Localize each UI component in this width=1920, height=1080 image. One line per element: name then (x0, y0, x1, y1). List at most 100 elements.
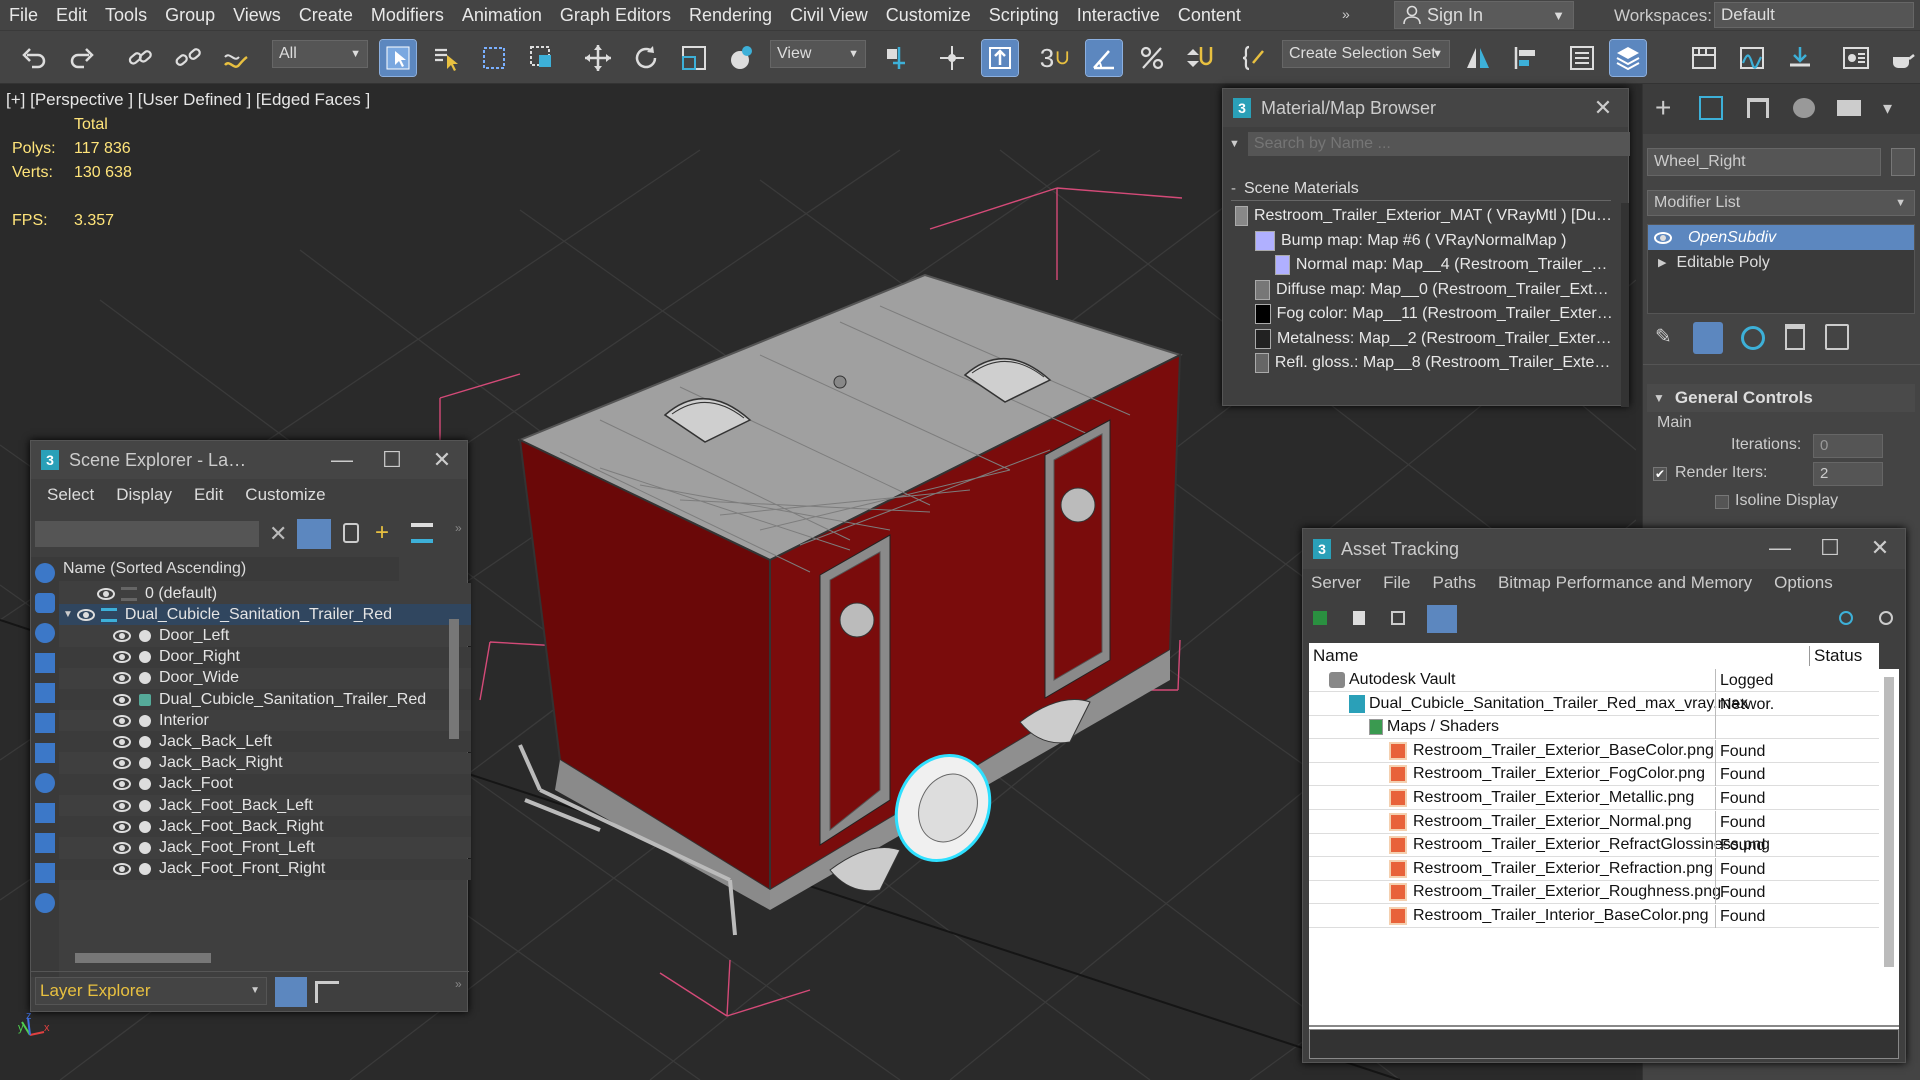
eye-icon[interactable] (1654, 231, 1672, 244)
toggle-ribbon-button[interactable] (1686, 40, 1722, 76)
object-row[interactable]: Jack_Foot_Back_Left (59, 795, 471, 816)
expand-arrow-icon[interactable]: ▶ (1658, 256, 1666, 269)
display-geometry-icon[interactable] (35, 563, 55, 583)
object-row[interactable]: Door_Wide (59, 667, 471, 689)
create-tab-icon[interactable]: + (1655, 94, 1671, 122)
material-tree-item[interactable]: Diffuse map: Map__0 (Restroom_Trailer_Ex… (1255, 277, 1615, 303)
named-selection-set-dropdown[interactable]: Create Selection Set ▼ (1282, 40, 1450, 68)
object-row[interactable]: Jack_Foot_Front_Right (59, 858, 471, 880)
general-controls-rollout[interactable]: ▼ General Controls (1647, 384, 1915, 412)
menu-customize[interactable]: Customize (245, 485, 325, 511)
modifier-stack-item-editable-poly[interactable]: ▶ Editable Poly (1648, 250, 1914, 275)
menu-server[interactable]: Server (1311, 573, 1361, 599)
menu-modifiers[interactable]: Modifiers (362, 0, 453, 30)
display-bones-icon[interactable] (35, 803, 55, 823)
spinner-snap-button[interactable] (1180, 40, 1216, 76)
move-button[interactable] (580, 40, 616, 76)
select-object-button[interactable] (379, 39, 417, 77)
asset-vertical-scrollbar[interactable] (1884, 677, 1894, 967)
name-column-header[interactable]: Name (Sorted Ascending) (59, 557, 399, 581)
eye-icon[interactable] (113, 799, 131, 812)
angle-snap-button[interactable] (1085, 39, 1123, 77)
lock-icon[interactable] (343, 523, 359, 543)
maximize-icon[interactable]: ☐ (367, 441, 417, 479)
trash-icon[interactable] (1785, 324, 1805, 350)
close-icon[interactable]: ✕ (1578, 89, 1628, 127)
layer-explorer-toggle-button[interactable] (1609, 39, 1647, 77)
rectangular-selection-button[interactable] (476, 40, 512, 76)
menu-create[interactable]: Create (290, 0, 362, 30)
menu-options[interactable]: Options (1774, 573, 1833, 599)
object-row[interactable]: Jack_Back_Right (59, 752, 471, 774)
display-helpers-icon[interactable] (35, 683, 55, 703)
layers-icon[interactable] (411, 523, 433, 543)
material-list-scrollbar[interactable] (1621, 203, 1629, 407)
list-view-icon[interactable] (1353, 611, 1365, 625)
show-end-result-button[interactable] (1693, 322, 1723, 354)
viewport-label-menu[interactable]: [+] [Perspective ] [User Defined ] [Edge… (6, 90, 370, 110)
menu-group[interactable]: Group (156, 0, 224, 30)
minimize-icon[interactable]: — (1755, 529, 1805, 567)
scene-materials-header[interactable]: - Scene Materials (1231, 177, 1611, 201)
eye-icon[interactable] (113, 629, 131, 642)
clear-search-icon[interactable]: ✕ (269, 521, 287, 547)
menu-tools[interactable]: Tools (96, 0, 156, 30)
keyboard-shortcut-override-button[interactable] (981, 39, 1019, 77)
scene-tree-horizontal-scrollbar[interactable] (75, 953, 211, 963)
eye-icon[interactable] (113, 820, 131, 833)
menu-bitmap-performance[interactable]: Bitmap Performance and Memory (1498, 573, 1752, 599)
pivot-center-button[interactable] (878, 40, 914, 76)
asset-row[interactable]: Restroom_Trailer_Exterior_RefractGlossin… (1309, 834, 1879, 858)
align-button[interactable] (1508, 40, 1544, 76)
render-setup-button[interactable] (1884, 40, 1920, 76)
object-row[interactable]: Interior (59, 710, 471, 732)
asset-row[interactable]: Restroom_Trailer_Exterior_BaseColor.png F… (1309, 739, 1879, 763)
modifier-list-dropdown[interactable]: Modifier List ▼ (1647, 190, 1915, 216)
selection-filter-dropdown[interactable]: All ▼ (272, 40, 368, 68)
material-editor-button[interactable] (1838, 40, 1874, 76)
expand-toolbar-icon[interactable]: » (455, 977, 462, 991)
mirror-button[interactable] (1460, 40, 1496, 76)
display-groups-icon[interactable] (35, 743, 55, 763)
eye-icon[interactable] (113, 757, 131, 770)
iterations-spinner[interactable]: 0 (1813, 434, 1883, 458)
display-shapes-icon[interactable] (35, 593, 55, 613)
menu-interactive[interactable]: Interactive (1068, 0, 1169, 30)
reference-coordinate-dropdown[interactable]: View ▼ (770, 40, 866, 68)
maximize-icon[interactable]: ☐ (1805, 529, 1855, 567)
eye-icon[interactable] (113, 778, 131, 791)
material-tree-item[interactable]: Fog color: Map__11 (Restroom_Trailer_Ext… (1255, 301, 1615, 327)
render-iters-spinner[interactable]: 2 (1813, 462, 1883, 486)
menu-paths[interactable]: Paths (1432, 573, 1475, 599)
display-lights-icon[interactable] (35, 623, 55, 643)
object-row[interactable]: Jack_Foot_Back_Right (59, 816, 471, 838)
material-tree-item[interactable]: Restroom_Trailer_Exterior_MAT ( VRayMtl … (1235, 203, 1615, 229)
menu-graph-editors[interactable]: Graph Editors (551, 0, 680, 30)
scale-button[interactable] (676, 40, 712, 76)
object-row[interactable]: Jack_Foot_Front_Left (59, 837, 471, 859)
material-tree-item[interactable]: Bump map: Map #6 ( VRayNormalMap ) (1255, 228, 1615, 254)
object-row[interactable]: Door_Right (59, 646, 471, 668)
object-row[interactable]: Jack_Foot (59, 773, 471, 795)
percent-snap-button[interactable] (1134, 40, 1170, 76)
material-tree-item[interactable]: Refl. gloss.: Map__8 (Restroom_Trailer_E… (1255, 350, 1615, 376)
close-icon[interactable]: ✕ (417, 441, 467, 479)
asset-path-field[interactable] (1309, 1029, 1899, 1059)
object-name-field[interactable]: Wheel_Right (1647, 148, 1881, 176)
asset-row[interactable]: Maps / Shaders (1309, 716, 1879, 740)
expand-toolbar-icon[interactable]: » (455, 521, 462, 535)
snaps-toggle-button[interactable]: 3 (1038, 40, 1074, 76)
isoline-display-checkbox[interactable] (1715, 495, 1729, 509)
undo-button[interactable] (16, 40, 52, 76)
scene-tree-vertical-scrollbar[interactable] (449, 619, 459, 739)
menu-more-button[interactable]: » (1342, 6, 1350, 22)
scene-explorer-toggle-button[interactable] (1564, 40, 1600, 76)
eye-icon[interactable] (113, 693, 131, 706)
asset-row[interactable]: Autodesk Vault Logged (1309, 669, 1879, 692)
menu-animation[interactable]: Animation (453, 0, 551, 30)
display-space-warps-icon[interactable] (35, 713, 55, 733)
select-by-name-button[interactable] (428, 40, 464, 76)
menu-edit[interactable]: Edit (47, 0, 96, 30)
material-search-input[interactable] (1247, 132, 1630, 156)
menu-select[interactable]: Select (47, 485, 94, 511)
